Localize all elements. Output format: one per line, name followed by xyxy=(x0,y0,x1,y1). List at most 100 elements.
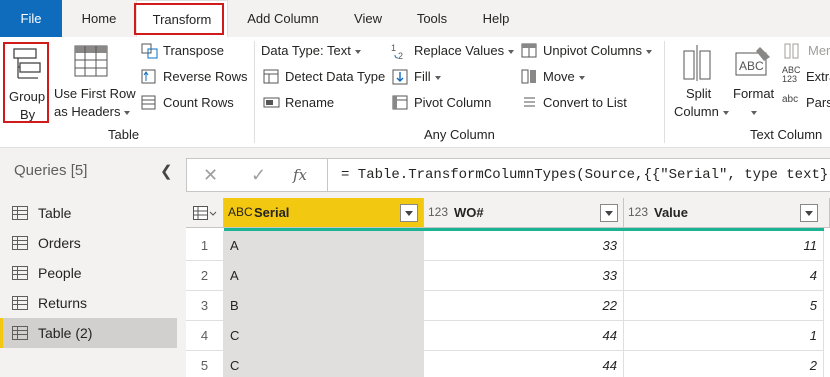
formula-bar: ✕ ✓ fx = Table.TransformColumnTypes(Sour… xyxy=(186,158,830,192)
row-number[interactable]: 2 xyxy=(186,261,224,291)
table-menu-icon xyxy=(193,206,217,220)
tab-help[interactable]: Help xyxy=(470,0,522,37)
parse-icon: abc xyxy=(782,94,799,105)
column-name: Value xyxy=(654,205,688,220)
table-cell[interactable]: C xyxy=(224,351,424,377)
convert-to-list-icon xyxy=(524,97,535,107)
row-number[interactable]: 3 xyxy=(186,291,224,321)
group-by-label-2: By xyxy=(20,107,36,122)
parse-button[interactable]: abc Pars xyxy=(782,93,830,113)
table-cell[interactable]: 44 xyxy=(424,321,624,351)
rename-label: Rename xyxy=(285,95,335,110)
table-headers-icon xyxy=(74,45,108,77)
cancel-formula-icon[interactable]: ✕ xyxy=(203,165,218,186)
transpose-button[interactable]: Transpose xyxy=(139,41,239,61)
svg-text:2: 2 xyxy=(398,51,403,60)
move-button[interactable]: Move xyxy=(519,67,599,87)
rename-icon xyxy=(263,97,280,108)
replace-values-button[interactable]: 12 Replace Values xyxy=(390,41,515,61)
fill-button[interactable]: Fill xyxy=(390,67,450,87)
format-button[interactable]: ABC Format xyxy=(730,43,780,121)
transpose-label: Transpose xyxy=(163,43,224,58)
table-cell[interactable]: 4 xyxy=(624,261,824,291)
fill-label: Fill xyxy=(414,69,441,84)
group-by-button[interactable]: Group By xyxy=(6,43,48,122)
tab-home[interactable]: Home xyxy=(62,0,136,37)
count-rows-icon xyxy=(141,95,156,110)
table-cell[interactable]: B xyxy=(224,291,424,321)
filter-dropdown-icon[interactable] xyxy=(800,204,818,222)
split-column-icon xyxy=(683,45,711,81)
format-label: Format xyxy=(733,86,775,101)
merge-columns-icon xyxy=(784,43,799,59)
row-number[interactable]: 1 xyxy=(186,231,224,261)
split-column-button[interactable]: Split Column xyxy=(670,43,729,121)
data-type-label: Data Type: Text xyxy=(261,43,361,58)
reverse-rows-button[interactable]: Reverse Rows xyxy=(139,67,249,87)
filter-dropdown-icon[interactable] xyxy=(600,204,618,222)
query-item-table-2[interactable]: Table (2) xyxy=(0,318,177,348)
table-group-label: Table xyxy=(108,127,140,142)
commit-formula-icon[interactable]: ✓ xyxy=(251,165,266,186)
table-cell[interactable]: 1 xyxy=(624,321,824,351)
detect-type-icon xyxy=(263,69,279,84)
number-type-icon[interactable]: 123 xyxy=(428,205,448,219)
detect-data-type-button[interactable]: Detect Data Type xyxy=(261,67,387,87)
queries-header: Queries [5] xyxy=(14,162,88,179)
pivot-column-button[interactable]: Pivot Column xyxy=(390,93,500,113)
move-icon xyxy=(521,69,536,84)
table-cell[interactable]: C xyxy=(224,321,424,351)
data-type-dropdown[interactable]: Data Type: Text xyxy=(261,41,381,61)
table-cell[interactable]: 44 xyxy=(424,351,624,377)
parse-label: Pars xyxy=(806,95,830,110)
collapse-pane-icon[interactable]: ❮ xyxy=(160,162,173,180)
table-cell[interactable]: 2 xyxy=(624,351,824,377)
unpivot-columns-icon xyxy=(521,43,537,58)
use-first-row-label-2: as Headers xyxy=(54,104,131,119)
extract-button[interactable]: ABC123 Extra xyxy=(782,65,830,87)
text-column-group-label: Text Column xyxy=(750,127,823,142)
column-name: WO# xyxy=(454,205,484,220)
tab-view[interactable]: View xyxy=(340,0,396,37)
tab-transform[interactable]: Transform xyxy=(136,0,228,37)
query-item-orders[interactable]: Orders xyxy=(0,228,177,258)
table-cell[interactable]: A xyxy=(224,261,424,291)
tab-tools[interactable]: Tools xyxy=(400,0,464,37)
formula-input[interactable]: = Table.TransformColumnTypes(Source,{{"S… xyxy=(341,167,830,183)
table-menu-button[interactable] xyxy=(186,198,224,228)
unpivot-columns-button[interactable]: Unpivot Columns xyxy=(519,41,659,61)
column-header-value[interactable]: 123 Value xyxy=(624,198,830,228)
use-first-row-button[interactable]: Use First Row as Headers xyxy=(52,43,136,121)
rename-button[interactable]: Rename xyxy=(261,93,351,113)
table-cell[interactable]: 22 xyxy=(424,291,624,321)
text-type-icon[interactable]: ABC xyxy=(228,205,253,219)
number-type-icon[interactable]: 123 xyxy=(628,205,648,219)
query-item-table[interactable]: Table xyxy=(0,198,177,228)
reverse-rows-label: Reverse Rows xyxy=(163,69,248,84)
table-cell[interactable]: A xyxy=(224,231,424,261)
table-cell[interactable]: 11 xyxy=(624,231,824,261)
column-header-serial[interactable]: ABC Serial xyxy=(224,198,424,228)
tab-file[interactable]: File xyxy=(0,0,62,37)
transpose-icon xyxy=(141,43,158,59)
count-rows-button[interactable]: Count Rows xyxy=(139,93,239,113)
filter-dropdown-icon[interactable] xyxy=(400,204,418,222)
query-item-returns[interactable]: Returns xyxy=(0,288,177,318)
table-cell[interactable]: 5 xyxy=(624,291,824,321)
query-item-people[interactable]: People xyxy=(0,258,177,288)
menu-bar: File Home Transform Add Column View Tool… xyxy=(0,0,830,37)
fx-icon[interactable]: fx xyxy=(293,166,307,184)
convert-to-list-button[interactable]: Convert to List xyxy=(519,93,639,113)
ribbon-separator xyxy=(254,41,255,143)
column-header-wo[interactable]: 123 WO# xyxy=(424,198,624,228)
tab-add-column[interactable]: Add Column xyxy=(232,0,334,37)
svg-text:1: 1 xyxy=(391,43,396,53)
count-rows-label: Count Rows xyxy=(163,95,234,110)
convert-to-list-label: Convert to List xyxy=(543,95,627,110)
table-cell[interactable]: 33 xyxy=(424,261,624,291)
row-number[interactable]: 4 xyxy=(186,321,224,351)
reverse-rows-icon xyxy=(141,69,156,84)
row-number[interactable]: 5 xyxy=(186,351,224,377)
query-label: Table (2) xyxy=(38,325,93,341)
table-cell[interactable]: 33 xyxy=(424,231,624,261)
